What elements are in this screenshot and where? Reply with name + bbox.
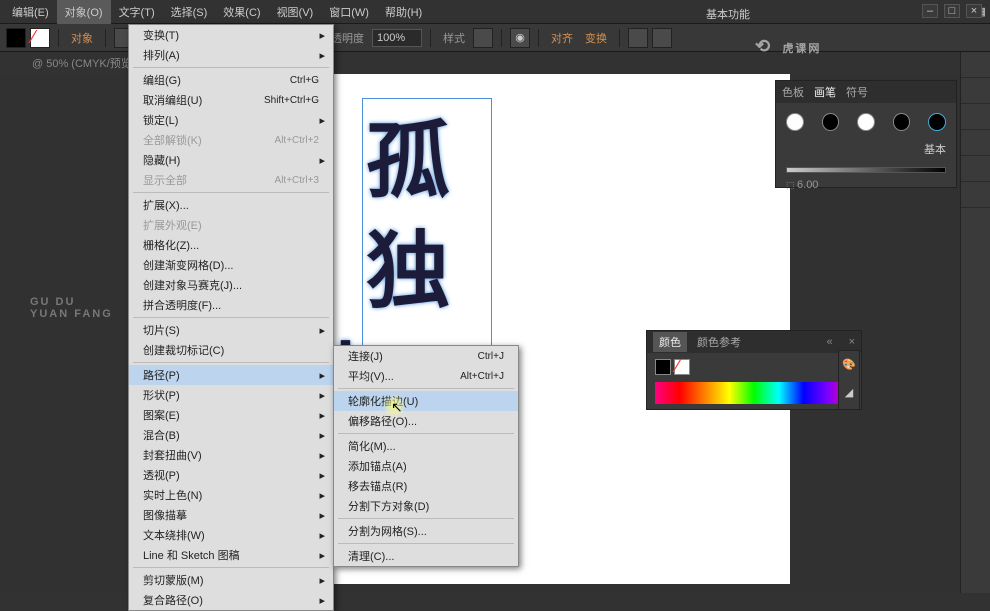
panel-collapse-icon[interactable]: «	[826, 336, 832, 348]
basic-brush-label[interactable]: 基本	[924, 141, 946, 157]
color-panel: 颜色 颜色参考 « × ⁄	[646, 330, 862, 410]
menu-item[interactable]: 剪切蒙版(M)▸	[129, 570, 333, 590]
menu-item[interactable]: 轮廓化描边(U)	[334, 391, 518, 411]
menu-item[interactable]: 排列(A)▸	[129, 45, 333, 65]
tab-color[interactable]: 颜色	[653, 332, 687, 352]
menu-item[interactable]: Line 和 Sketch 图稿▸	[129, 545, 333, 565]
menu-type[interactable]: 文字(T)	[111, 0, 163, 24]
menu-item: 显示全部Alt+Ctrl+3	[129, 170, 333, 190]
workspace-label[interactable]: 基本功能	[706, 6, 750, 22]
menu-window[interactable]: 窗口(W)	[321, 0, 377, 24]
menu-item: 全部解锁(K)Alt+Ctrl+2	[129, 130, 333, 150]
tab-color-guide[interactable]: 颜色参考	[697, 334, 741, 350]
isolate-icon[interactable]	[628, 28, 648, 48]
brush-dot-selected[interactable]	[928, 113, 946, 131]
menu-item[interactable]: 文本绕排(W)▸	[129, 525, 333, 545]
menu-item[interactable]: 偏移路径(O)...	[334, 411, 518, 431]
eyedropper-icon[interactable]: ◢	[839, 379, 859, 407]
menu-item[interactable]: 切片(S)▸	[129, 320, 333, 340]
right-dock	[960, 52, 990, 593]
brush-dot[interactable]	[857, 113, 875, 131]
align-link[interactable]: 对齐	[547, 30, 577, 46]
menu-item[interactable]: 复合路径(O)▸	[129, 590, 333, 610]
menu-item[interactable]: 形状(P)▸	[129, 385, 333, 405]
menu-item[interactable]: 移去锚点(R)	[334, 476, 518, 496]
stroke-color[interactable]: ⁄	[674, 359, 690, 375]
fill-color[interactable]	[655, 359, 671, 375]
menu-item[interactable]: 变换(T)▸	[129, 25, 333, 45]
menu-edit[interactable]: 编辑(E)	[4, 0, 57, 24]
path-submenu: 连接(J)Ctrl+J平均(V)...Alt+Ctrl+J 轮廓化描边(U)偏移路…	[333, 345, 519, 567]
menu-item[interactable]: 连接(J)Ctrl+J	[334, 346, 518, 366]
tab-symbols[interactable]: 符号	[846, 84, 868, 100]
menu-item[interactable]: 混合(B)▸	[129, 425, 333, 445]
menu-item[interactable]: 平均(V)...Alt+Ctrl+J	[334, 366, 518, 386]
brush-dot[interactable]	[822, 113, 840, 131]
menu-effect[interactable]: 效果(C)	[215, 0, 268, 24]
menu-object[interactable]: 对象(O)	[57, 0, 111, 24]
style-swatch[interactable]	[473, 28, 493, 48]
dock-icon[interactable]	[961, 182, 990, 208]
fill-swatch[interactable]	[6, 28, 26, 48]
crop-icon[interactable]	[652, 28, 672, 48]
menu-help[interactable]: 帮助(H)	[377, 0, 430, 24]
dock-icon[interactable]	[961, 52, 990, 78]
menu-item[interactable]: 隐藏(H)▸	[129, 150, 333, 170]
no-fill-icon[interactable]: ⁄	[30, 28, 50, 48]
menu-item[interactable]: 锁定(L)▸	[129, 110, 333, 130]
menu-item[interactable]: 编组(G)Ctrl+G	[129, 70, 333, 90]
brush-dot[interactable]	[786, 113, 804, 131]
menu-item[interactable]: 图像描摹▸	[129, 505, 333, 525]
menu-item[interactable]: 简化(M)...	[334, 436, 518, 456]
menu-item[interactable]: 清理(C)...	[334, 546, 518, 566]
window-close[interactable]: ×	[966, 4, 982, 18]
dock-icon[interactable]	[961, 78, 990, 104]
watermark: ⟲ 虎课网	[755, 26, 955, 72]
menu-item[interactable]: 添加锚点(A)	[334, 456, 518, 476]
menu-item[interactable]: 创建对象马赛克(J)...	[129, 275, 333, 295]
menu-select[interactable]: 选择(S)	[163, 0, 216, 24]
object-menu: 变换(T)▸排列(A)▸ 编组(G)Ctrl+G取消编组(U)Shift+Ctrl…	[128, 24, 334, 611]
object-label: 对象	[67, 30, 97, 46]
brush-row	[776, 103, 956, 141]
menubar: 编辑(E) 对象(O) 文字(T) 选择(S) 效果(C) 视图(V) 窗口(W…	[0, 0, 990, 24]
glyph-2[interactable]: 独	[366, 204, 450, 325]
stroke-preview	[786, 167, 946, 173]
menu-view[interactable]: 视图(V)	[269, 0, 322, 24]
menu-item[interactable]: 创建渐变网格(D)...	[129, 255, 333, 275]
opacity-input[interactable]	[372, 29, 422, 47]
spectrum-picker[interactable]	[655, 382, 853, 404]
tab-swatches[interactable]: 色板	[782, 84, 804, 100]
menu-item[interactable]: 创建裁切标记(C)	[129, 340, 333, 360]
menu-item[interactable]: 扩展(X)...	[129, 195, 333, 215]
menu-item[interactable]: 栅格化(Z)...	[129, 235, 333, 255]
dock-icon[interactable]	[961, 130, 990, 156]
window-maximize[interactable]: □	[944, 4, 960, 18]
dock-icon[interactable]	[961, 156, 990, 182]
menu-item[interactable]: 分割下方对象(D)	[334, 496, 518, 516]
menu-item[interactable]: 图案(E)▸	[129, 405, 333, 425]
menu-item[interactable]: 拼合透明度(F)...	[129, 295, 333, 315]
menu-item: 扩展外观(E)	[129, 215, 333, 235]
palette-icon[interactable]: 🎨	[839, 351, 859, 379]
panel-close-icon[interactable]: ×	[849, 336, 855, 348]
tab-brushes[interactable]: 画笔	[814, 84, 836, 100]
menu-item[interactable]: 路径(P)▸	[129, 365, 333, 385]
style-label: 样式	[439, 30, 469, 46]
menu-item[interactable]: 透视(P)▸	[129, 465, 333, 485]
menu-item[interactable]: 封套扭曲(V)▸	[129, 445, 333, 465]
brush-dot[interactable]	[893, 113, 911, 131]
appearance-icon[interactable]: ◉	[510, 28, 530, 48]
menu-item[interactable]: 取消编组(U)Shift+Ctrl+G	[129, 90, 333, 110]
menu-item[interactable]: 分割为网格(S)...	[334, 521, 518, 541]
stroke-weight-readout: ⬚ 6.00	[776, 179, 956, 191]
dock-icon[interactable]	[961, 104, 990, 130]
menu-item[interactable]: 实时上色(N)▸	[129, 485, 333, 505]
side-text: GU DU YUAN FANG	[30, 296, 113, 320]
glyph-1[interactable]: 孤	[366, 94, 450, 215]
brushes-panel: 色板 画笔 符号 基本 ⬚ 6.00	[775, 80, 957, 188]
window-minimize[interactable]: –	[922, 4, 938, 18]
transform-link[interactable]: 变换	[581, 30, 611, 46]
